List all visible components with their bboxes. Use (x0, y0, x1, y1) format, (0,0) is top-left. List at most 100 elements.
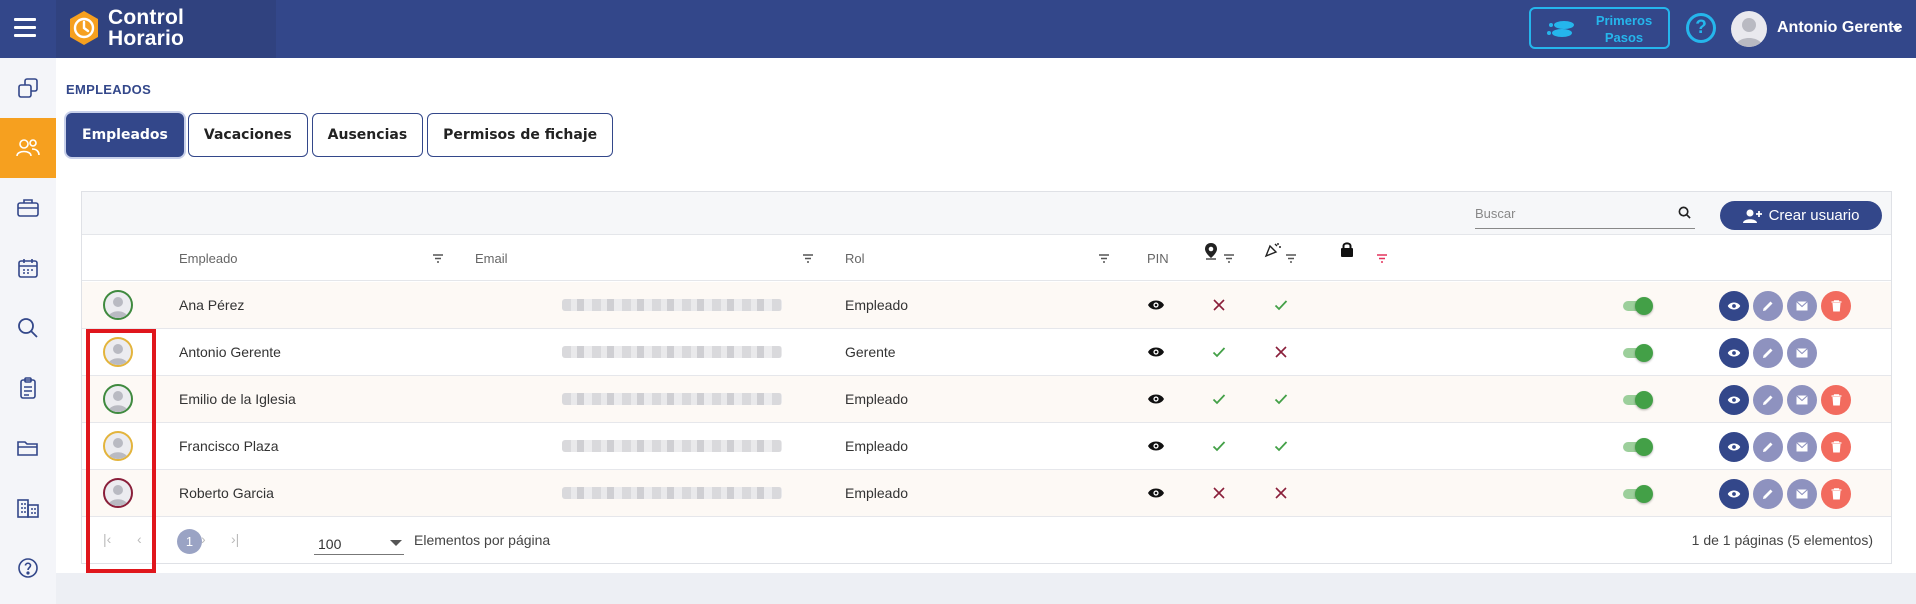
table-row[interactable]: Antonio Gerente Gerente (82, 329, 1891, 376)
table-row[interactable]: Emilio de la Iglesia Empleado (82, 376, 1891, 423)
location-check-icon (1209, 389, 1229, 409)
delete-button[interactable] (1821, 291, 1851, 321)
table-row[interactable]: Roberto Garcia Empleado (82, 470, 1891, 517)
email-button[interactable] (1787, 479, 1817, 509)
delete-button[interactable] (1821, 385, 1851, 415)
sidebar-item-copy[interactable] (0, 58, 56, 118)
employee-name: Antonio Gerente (179, 344, 281, 360)
filter-email-icon[interactable] (802, 254, 814, 263)
filter-empleado-icon[interactable] (432, 254, 444, 263)
search-icon[interactable] (1678, 206, 1691, 219)
active-toggle[interactable] (1623, 485, 1653, 503)
view-button[interactable] (1719, 479, 1749, 509)
active-toggle[interactable] (1623, 297, 1653, 315)
user-name[interactable]: Antonio Gerente (1777, 19, 1902, 37)
employee-name: Francisco Plaza (179, 438, 279, 454)
footsteps-icon (1547, 21, 1574, 37)
employee-role: Empleado (845, 438, 909, 454)
lock-icon (1341, 242, 1353, 257)
employee-name: Ana Pérez (179, 297, 245, 313)
edit-button[interactable] (1753, 385, 1783, 415)
header-pin[interactable]: PIN (1147, 251, 1169, 266)
create-user-button[interactable]: Crear usuario (1720, 201, 1882, 230)
header-empleado[interactable]: Empleado (179, 251, 238, 266)
pin-eye-icon[interactable] (1146, 436, 1166, 456)
email-button[interactable] (1787, 291, 1817, 321)
edit-button[interactable] (1753, 338, 1783, 368)
view-button[interactable] (1719, 385, 1749, 415)
pin-eye-icon[interactable] (1146, 342, 1166, 362)
help-icon[interactable]: ? (1686, 13, 1716, 43)
view-button[interactable] (1719, 291, 1749, 321)
pagination-info: 1 de 1 páginas (5 elementos) (1691, 532, 1873, 548)
user-menu-caret-icon[interactable] (1892, 26, 1902, 31)
tab-vacaciones[interactable]: Vacaciones (187, 113, 308, 157)
email-button[interactable] (1787, 432, 1817, 462)
per-page-select[interactable]: 100 (314, 525, 404, 555)
edit-button[interactable] (1753, 479, 1783, 509)
search-input[interactable] (1475, 199, 1665, 227)
sidebar-item-search[interactable] (0, 298, 56, 358)
sidebar-item-users[interactable] (0, 118, 56, 178)
active-toggle[interactable] (1623, 438, 1653, 456)
header-email[interactable]: Email (475, 251, 508, 266)
briefcase-icon (17, 199, 39, 217)
filter-rol-icon[interactable] (1098, 254, 1110, 263)
filter-remote-icon[interactable] (1285, 254, 1297, 263)
trash-icon (1831, 300, 1841, 312)
filter-lock-icon[interactable] (1376, 254, 1388, 263)
delete-button[interactable] (1821, 479, 1851, 509)
help-circle-icon (18, 558, 38, 578)
page-title: EMPLEADOS (66, 82, 152, 97)
envelope-icon (1796, 348, 1808, 358)
location-check-icon (1209, 342, 1229, 362)
logo-line-1: Control (108, 6, 185, 29)
folder-icon (17, 441, 38, 456)
active-toggle[interactable] (1623, 344, 1653, 362)
active-toggle[interactable] (1623, 391, 1653, 409)
search-icon (18, 318, 38, 338)
pin-eye-icon[interactable] (1146, 295, 1166, 315)
logo[interactable]: Control Horario (56, 0, 276, 58)
envelope-icon (1796, 442, 1808, 452)
view-button[interactable] (1719, 338, 1749, 368)
email-redacted (562, 346, 782, 358)
current-page[interactable]: 1 (177, 529, 202, 554)
tab-permisos-de-fichaje[interactable]: Permisos de fichaje (427, 113, 614, 157)
first-steps-line-1: Primeros (1595, 13, 1653, 28)
sidebar-item-folder[interactable] (0, 418, 56, 478)
row-actions (1719, 291, 1851, 321)
pin-eye-icon[interactable] (1146, 483, 1166, 503)
header-rol[interactable]: Rol (845, 251, 865, 266)
email-button[interactable] (1787, 338, 1817, 368)
eye-icon (1727, 396, 1741, 404)
first-steps-button[interactable]: Primeros Pasos (1529, 7, 1670, 49)
sidebar-item-help[interactable] (0, 538, 56, 598)
table-row[interactable]: Ana Pérez Empleado (82, 282, 1891, 329)
tab-ausencias[interactable]: Ausencias (311, 113, 424, 157)
email-button[interactable] (1787, 385, 1817, 415)
last-page-icon[interactable]: ›| (231, 531, 239, 547)
user-avatar[interactable] (1731, 11, 1767, 47)
next-page-icon[interactable]: › (201, 531, 206, 547)
main-content: EMPLEADOS Empleados Vacaciones Ausencias… (56, 58, 1916, 573)
sidebar-item-clipboard[interactable] (0, 358, 56, 418)
edit-button[interactable] (1753, 291, 1783, 321)
pin-eye-icon[interactable] (1146, 389, 1166, 409)
edit-button[interactable] (1753, 432, 1783, 462)
remote-cross-icon (1271, 342, 1291, 362)
sidebar-item-briefcase[interactable] (0, 178, 56, 238)
sidebar-item-calendar[interactable] (0, 238, 56, 298)
location-check-icon (1209, 436, 1229, 456)
tab-empleados[interactable]: Empleados (66, 113, 184, 157)
first-steps-line-2: Pasos (1604, 30, 1644, 45)
table-row[interactable]: Francisco Plaza Empleado (82, 423, 1891, 470)
view-button[interactable] (1719, 432, 1749, 462)
filter-location-icon[interactable] (1223, 254, 1235, 263)
employee-name: Roberto Garcia (179, 485, 274, 501)
employee-avatar[interactable] (103, 290, 133, 320)
clipboard-icon (20, 377, 36, 399)
delete-button[interactable] (1821, 432, 1851, 462)
menu-icon[interactable] (14, 18, 36, 38)
sidebar-item-buildings[interactable] (0, 478, 56, 538)
